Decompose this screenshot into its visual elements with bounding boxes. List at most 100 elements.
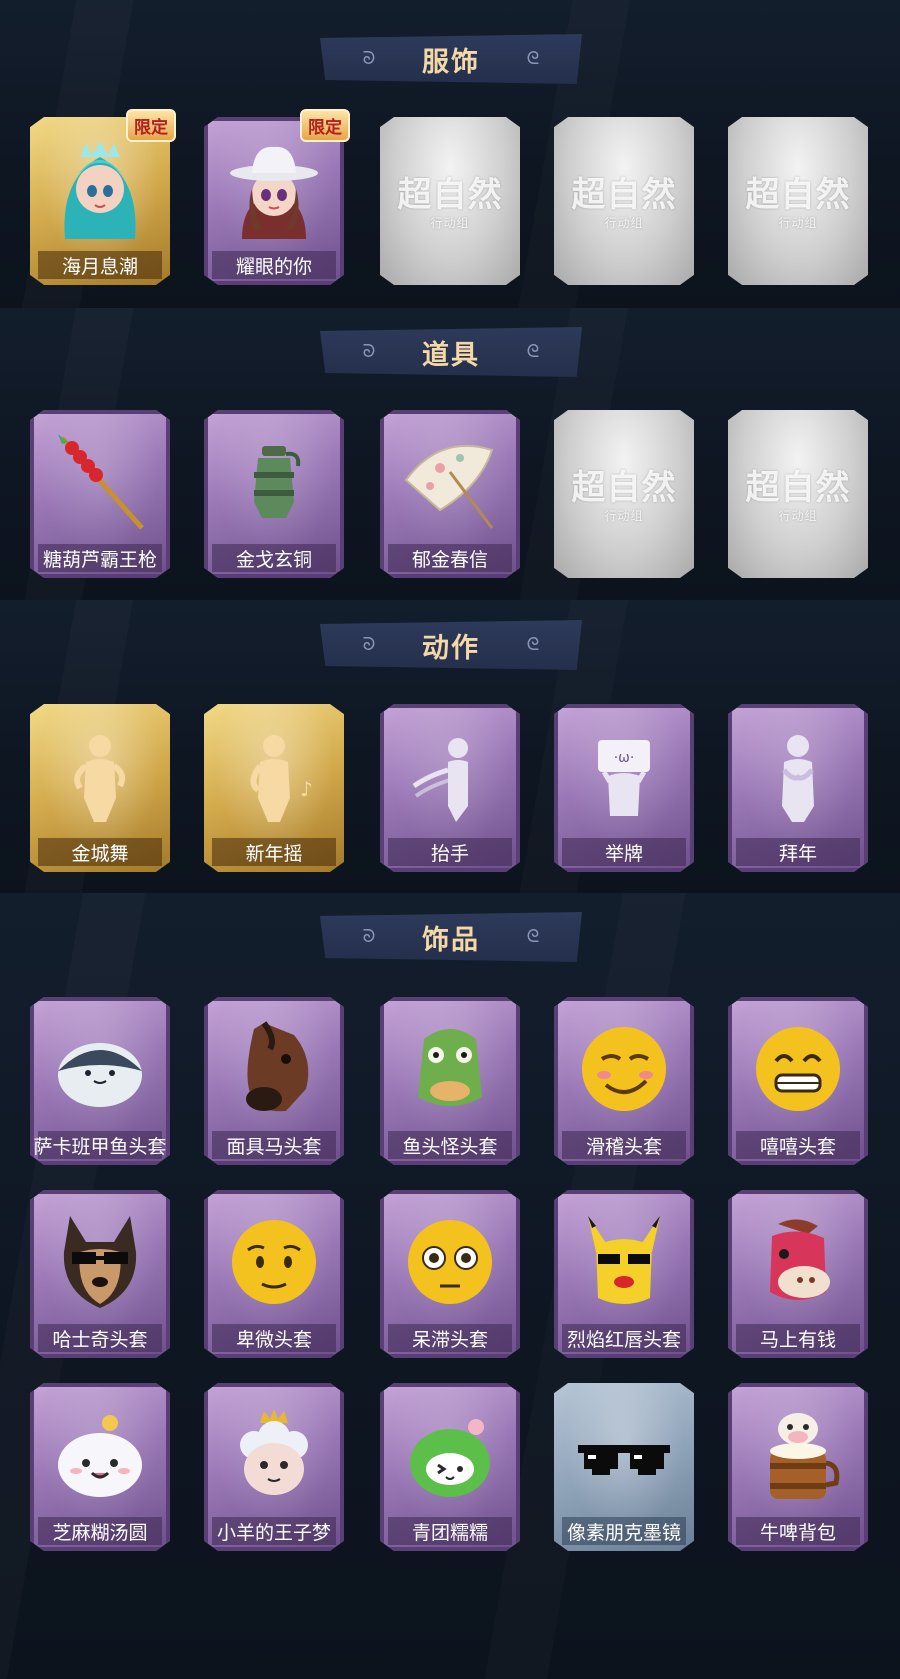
greeting-pose-icon: [748, 726, 848, 826]
svg-text:·ω·: ·ω·: [614, 750, 635, 766]
placeholder-logo-icon: 超自然 行动组: [745, 175, 851, 230]
placeholder-logo-icon: 超自然 行动组: [571, 175, 677, 230]
item-card[interactable]: ·ω· 举牌: [554, 704, 694, 872]
item-label: 青团糯糯: [388, 1517, 512, 1545]
placeholder-logo-icon: 超自然 行动组: [571, 468, 677, 523]
item-label: 鱼头怪头套: [388, 1131, 512, 1159]
item-card[interactable]: 嘻嘻头套: [728, 997, 868, 1165]
red-horse-head-icon: [748, 1212, 848, 1312]
stunned-face-icon: [400, 1212, 500, 1312]
item-card[interactable]: 小羊的王子梦: [204, 1383, 344, 1551]
item-label: 哈士奇头套: [38, 1324, 162, 1352]
humble-face-icon: [224, 1212, 324, 1312]
empty-item-card[interactable]: 超自然 行动组: [380, 117, 520, 285]
item-card[interactable]: 耀眼的你 限定: [204, 109, 350, 285]
swirl-icon: ᘐ: [362, 341, 376, 362]
swirl-icon: ᘓ: [526, 634, 540, 655]
dance-pose-icon: [50, 726, 150, 826]
empty-item-card[interactable]: 超自然 行动组: [554, 410, 694, 578]
placeholder-logo-icon: 超自然 行动组: [745, 468, 851, 523]
item-label: 呆滞头套: [388, 1324, 512, 1352]
cow-beer-backpack-icon: [748, 1405, 848, 1505]
item-label: 牛啤背包: [736, 1517, 860, 1545]
item-label: 郁金春信: [388, 544, 512, 572]
item-label: 烈焰红唇头套: [562, 1324, 686, 1352]
sheep-crown-head-icon: [224, 1405, 324, 1505]
item-card[interactable]: 拜年: [728, 704, 868, 872]
item-card[interactable]: 卑微头套: [204, 1190, 344, 1358]
swirl-icon: ᘐ: [362, 926, 376, 947]
item-label: 萨卡班甲鱼头套: [34, 1131, 167, 1159]
section-title-props: ᘐ 道具 ᘓ: [320, 327, 582, 377]
item-card[interactable]: 烈焰红唇头套: [554, 1190, 694, 1358]
item-card[interactable]: 金城舞: [30, 704, 170, 872]
item-label: 抬手: [388, 838, 512, 866]
item-card[interactable]: 青团糯糯: [380, 1383, 520, 1551]
item-card[interactable]: 牛啤背包: [728, 1383, 868, 1551]
item-label: 耀眼的你: [212, 251, 336, 279]
fish-head-icon: [50, 1019, 150, 1119]
item-card[interactable]: 芝麻糊汤圆: [30, 1383, 170, 1551]
item-card[interactable]: 郁金春信: [380, 410, 520, 578]
empty-item-card[interactable]: 超自然 行动组: [728, 117, 868, 285]
item-card[interactable]: 金戈玄铜: [204, 410, 344, 578]
item-card[interactable]: 海月息潮 限定: [30, 109, 176, 285]
swirl-icon: ᘐ: [362, 48, 376, 69]
swirl-icon: ᘓ: [526, 48, 540, 69]
swirl-icon: ᘓ: [526, 926, 540, 947]
section-title-emotes: ᘐ 动作 ᘓ: [320, 620, 582, 670]
item-card[interactable]: 呆滞头套: [380, 1190, 520, 1358]
limited-badge: 限定: [300, 109, 350, 142]
swirl-icon: ᘓ: [526, 341, 540, 362]
raise-hand-pose-icon: [400, 726, 500, 826]
limited-badge: 限定: [126, 109, 176, 142]
grin-face-icon: [748, 1019, 848, 1119]
item-label: 海月息潮: [38, 251, 162, 279]
green-fish-head-icon: [400, 1019, 500, 1119]
smirk-face-icon: [574, 1019, 674, 1119]
item-label: 拜年: [736, 838, 860, 866]
item-label: 芝麻糊汤圆: [38, 1517, 162, 1545]
item-label: 金戈玄铜: [212, 544, 336, 572]
pixel-sunglasses-icon: [574, 1405, 674, 1505]
section-title-accessories: ᘐ 饰品 ᘓ: [320, 912, 582, 962]
hold-sign-pose-icon: ·ω·: [574, 726, 674, 826]
green-dumpling-head-icon: [400, 1405, 500, 1505]
item-label: 滑稽头套: [562, 1131, 686, 1159]
item-card[interactable]: 滑稽头套: [554, 997, 694, 1165]
husky-head-icon: [50, 1212, 150, 1312]
section-title-costume: ᘐ 服饰 ᘓ: [320, 34, 582, 84]
item-card[interactable]: 面具马头套: [204, 997, 344, 1165]
item-label: 像素朋克墨镜: [562, 1517, 686, 1545]
empty-item-card[interactable]: 超自然 行动组: [728, 410, 868, 578]
dumpling-head-icon: [50, 1405, 150, 1505]
item-card[interactable]: 抬手: [380, 704, 520, 872]
music-pose-icon: ♪: [224, 726, 324, 826]
item-label: 卑微头套: [212, 1324, 336, 1352]
item-card[interactable]: 鱼头怪头套: [380, 997, 520, 1165]
item-label: 小羊的王子梦: [212, 1517, 336, 1545]
item-card[interactable]: 像素朋克墨镜: [554, 1383, 694, 1551]
item-label: 嘻嘻头套: [736, 1131, 860, 1159]
item-card[interactable]: 糖葫芦霸王枪: [30, 410, 170, 578]
item-label: 糖葫芦霸王枪: [38, 544, 162, 572]
item-label: 金城舞: [38, 838, 162, 866]
item-card[interactable]: 马上有钱: [728, 1190, 868, 1358]
item-card[interactable]: 萨卡班甲鱼头套: [30, 997, 170, 1165]
item-label: 举牌: [562, 838, 686, 866]
horse-head-icon: [224, 1019, 324, 1119]
item-card[interactable]: 哈士奇头套: [30, 1190, 170, 1358]
candied-spear-icon: [50, 432, 150, 532]
swirl-icon: ᘐ: [362, 634, 376, 655]
bronze-grenade-icon: [224, 432, 324, 532]
svg-text:♪: ♪: [300, 777, 313, 801]
item-label: 面具马头套: [212, 1131, 336, 1159]
paper-umbrella-icon: [400, 432, 500, 532]
pikachu-head-icon: [574, 1212, 674, 1312]
item-label: 马上有钱: [736, 1324, 860, 1352]
item-card[interactable]: ♪ 新年摇: [204, 704, 344, 872]
item-label: 新年摇: [212, 838, 336, 866]
empty-item-card[interactable]: 超自然 行动组: [554, 117, 694, 285]
mermaid-portrait-icon: [50, 139, 150, 239]
placeholder-logo-icon: 超自然 行动组: [397, 175, 503, 230]
